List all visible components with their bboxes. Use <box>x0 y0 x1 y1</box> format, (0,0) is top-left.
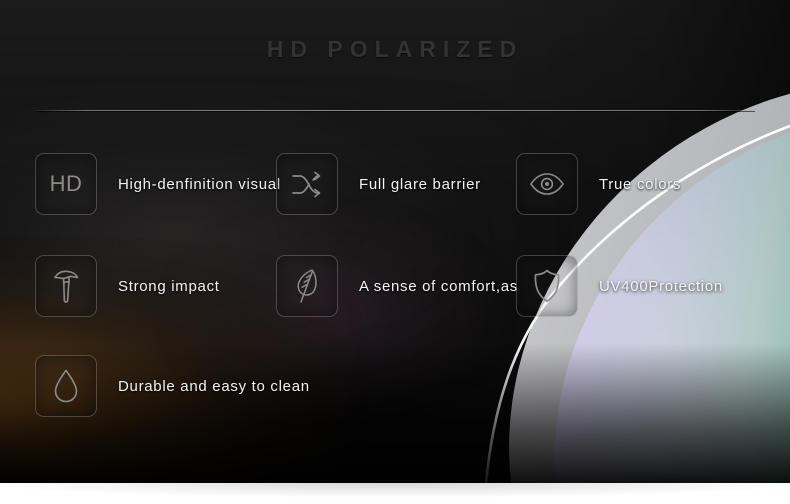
water-drop-icon <box>35 355 97 417</box>
feature-item-clean[interactable]: Durable and easy to clean <box>35 355 310 417</box>
feature-item-comfort[interactable]: A sense of comfort,as <box>276 255 518 317</box>
feature-item-hd[interactable]: HD High-denfinition visual <box>35 153 281 215</box>
bottom-drop-shadow <box>0 483 790 497</box>
feature-item-uv400[interactable]: UV400Protection <box>516 255 723 317</box>
eye-icon <box>516 153 578 215</box>
hd-text-icon: HD <box>35 153 97 215</box>
feature-label-impact: Strong impact <box>118 277 220 295</box>
shuffle-arrows-icon <box>276 153 338 215</box>
feature-label-hd: High-denfinition visual <box>118 175 281 193</box>
feature-item-impact[interactable]: Strong impact <box>35 255 220 317</box>
hammer-icon <box>35 255 97 317</box>
feature-label-comfort: A sense of comfort,as <box>359 277 518 295</box>
page-title: HD POLARIZED <box>266 36 524 62</box>
header-divider <box>35 110 755 111</box>
dark-feature-panel: HD POLARIZED HD High-denfinition visual … <box>0 0 790 483</box>
feature-label-glare: Full glare barrier <box>359 175 481 193</box>
feather-icon <box>276 255 338 317</box>
feature-label-true-colors: True colors <box>599 175 682 193</box>
feature-item-true-colors[interactable]: True colors <box>516 153 681 215</box>
feature-label-uv400: UV400Protection <box>599 277 723 295</box>
feature-label-clean: Durable and easy to clean <box>118 377 310 395</box>
shield-icon <box>516 255 578 317</box>
promo-panel-stage: HD POLARIZED HD High-denfinition visual … <box>0 0 790 504</box>
hd-icon-label: HD <box>49 171 83 196</box>
feature-item-glare[interactable]: Full glare barrier <box>276 153 481 215</box>
